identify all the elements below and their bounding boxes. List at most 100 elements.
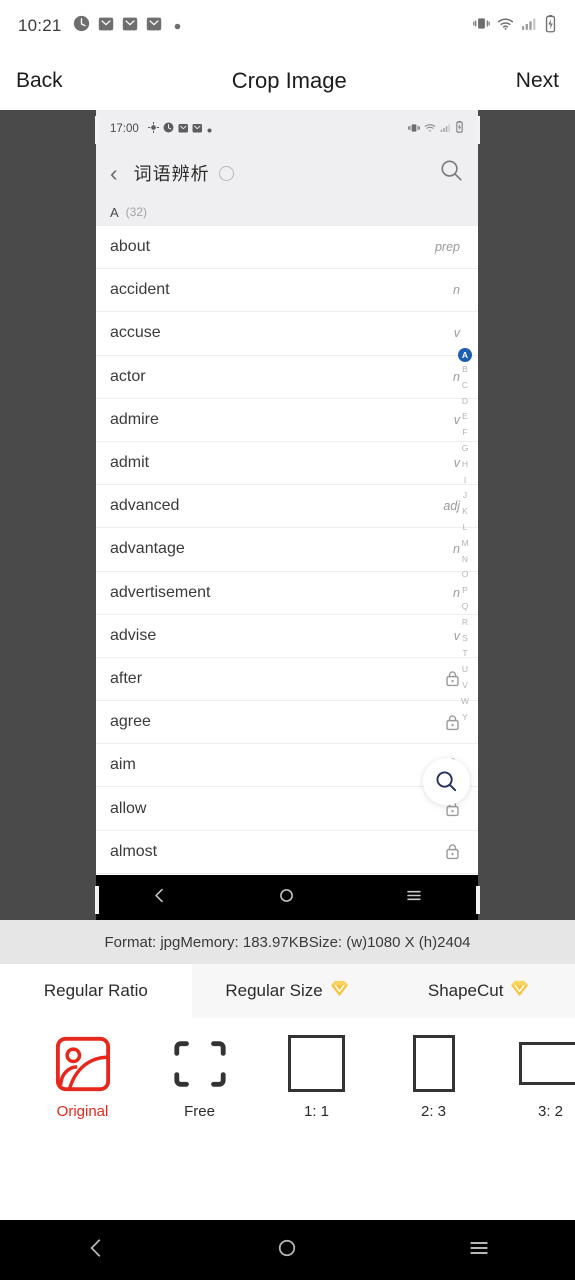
alphabet-index-b[interactable]: B	[458, 362, 473, 378]
back-icon[interactable]	[151, 887, 168, 909]
alphabet-index-p[interactable]: P	[458, 583, 473, 599]
ratio-option-original[interactable]: Original	[24, 1034, 141, 1120]
vip-diamond-icon	[509, 979, 530, 1003]
alphabet-index-q[interactable]: Q	[458, 599, 473, 615]
crop-handle-top-right[interactable]	[476, 116, 480, 144]
alphabet-index-s[interactable]: S	[458, 631, 473, 647]
alphabet-index-t[interactable]: T	[458, 646, 473, 662]
word-row[interactable]: agree	[96, 701, 478, 745]
section-letter: A	[110, 204, 119, 220]
word-row[interactable]: after	[96, 658, 478, 702]
crop-handle-bottom-left[interactable]	[95, 886, 99, 914]
word-row[interactable]: allow	[96, 787, 478, 831]
alphabet-index-r[interactable]: R	[458, 615, 473, 631]
alphabet-index-e[interactable]: E	[458, 409, 473, 425]
word-row[interactable]: advertisement n	[96, 572, 478, 615]
wifi-icon	[424, 120, 436, 138]
alphabet-index-c[interactable]: C	[458, 378, 473, 394]
word-text: advantage	[110, 540, 185, 558]
word-row[interactable]: advantage n	[96, 528, 478, 572]
word-row[interactable]: advise v	[96, 615, 478, 658]
alphabet-index[interactable]: ABCDEFGHIJKLMNOPQRSTUVWY	[454, 348, 476, 725]
home-icon[interactable]	[276, 1237, 298, 1264]
alphabet-index-w[interactable]: W	[458, 694, 473, 710]
word-list[interactable]: about prep accident n accuse v actor n admire v ad…	[96, 226, 478, 874]
tab-regular-size[interactable]: Regular Size	[191, 964, 384, 1018]
tab-shapecut[interactable]: ShapeCut	[383, 964, 575, 1018]
alphabet-index-j[interactable]: J	[458, 488, 473, 504]
ratio-label: 2: 3	[420, 1102, 447, 1120]
back-icon[interactable]	[85, 1237, 107, 1264]
section-count: (32)	[125, 205, 148, 219]
image-info-bar: Format: jpgMemory: 183.97KBSize: (w)1080…	[0, 920, 575, 964]
alphabet-index-n[interactable]: N	[458, 552, 473, 568]
ratio-label: 3: 2	[537, 1102, 564, 1120]
word-row[interactable]: accident n	[96, 269, 478, 313]
crop-handle-top-left[interactable]	[95, 116, 99, 144]
dot-icon	[207, 120, 212, 138]
tab-regular-ratio[interactable]: Regular Ratio	[0, 964, 192, 1018]
lock-icon	[446, 844, 459, 860]
word-row[interactable]: advanced adj	[96, 485, 478, 529]
preview-status-bar: 17:00	[96, 110, 478, 148]
alphabet-index-v[interactable]: V	[458, 678, 473, 694]
alphabet-index-d[interactable]: D	[458, 394, 473, 410]
alphabet-index-l[interactable]: L	[458, 520, 473, 536]
word-row[interactable]: about prep	[96, 226, 478, 270]
signal-icon	[521, 17, 537, 36]
crop-stage[interactable]: 17:00 ‹ 词语辨析 A (32) about prep accident …	[0, 110, 575, 920]
home-icon[interactable]	[278, 887, 295, 909]
loading-spinner-icon	[218, 165, 234, 181]
recents-icon[interactable]	[467, 1237, 491, 1264]
ratio-option-1-1[interactable]: 1: 1	[258, 1034, 375, 1120]
alphabet-index-u[interactable]: U	[458, 662, 473, 678]
square-icon	[288, 1034, 345, 1094]
alphabet-index-m[interactable]: M	[458, 536, 473, 552]
back-button[interactable]: Back	[16, 69, 63, 93]
ratio-options[interactable]: Original Free 1: 1 2: 3 3: 2	[0, 1018, 575, 1135]
ratio-label: Original	[56, 1102, 109, 1120]
ratio-option-free[interactable]: Free	[141, 1034, 258, 1120]
next-button[interactable]: Next	[516, 69, 559, 93]
image-icon	[54, 1034, 112, 1094]
crop-window[interactable]: 17:00 ‹ 词语辨析 A (32) about prep accident …	[96, 110, 478, 920]
battery-icon	[455, 120, 464, 138]
word-row[interactable]: actor n	[96, 356, 478, 399]
part-of-speech: prep	[434, 240, 460, 255]
word-text: admit	[110, 454, 150, 472]
word-row[interactable]: admire v	[96, 399, 478, 442]
clock-icon	[73, 15, 90, 37]
alphabet-index-g[interactable]: G	[458, 441, 473, 457]
word-text: almost	[110, 842, 158, 860]
system-status-bar: 10:21	[0, 0, 575, 52]
vip-diamond-icon	[329, 979, 350, 1003]
recents-icon[interactable]	[405, 887, 423, 909]
word-row[interactable]: admit v	[96, 442, 478, 486]
alphabet-index-h[interactable]: H	[458, 457, 473, 473]
preview-back-icon[interactable]: ‹	[110, 161, 118, 185]
search-fab-button[interactable]	[423, 758, 470, 805]
preview-status-time: 17:00	[110, 123, 139, 135]
alphabet-index-a[interactable]: A	[458, 348, 472, 362]
alphabet-index-o[interactable]: O	[458, 567, 473, 583]
word-row[interactable]: almost	[96, 831, 478, 874]
preview-nav-bar	[96, 875, 478, 920]
alphabet-index-k[interactable]: K	[458, 504, 473, 520]
word-text: accident	[110, 281, 170, 299]
tab-label: ShapeCut	[427, 981, 504, 1000]
word-row[interactable]: aim	[96, 744, 478, 788]
alphabet-index-f[interactable]: F	[458, 425, 473, 441]
preview-status-left: 17:00	[110, 120, 212, 138]
ratio-option-2-3[interactable]: 2: 3	[375, 1034, 492, 1120]
word-text: allow	[110, 799, 147, 817]
word-row[interactable]: accuse v	[96, 312, 478, 356]
ratio-option-3-2[interactable]: 3: 2	[492, 1034, 575, 1120]
mode-tabs[interactable]: Regular Ratio Regular Size ShapeCut	[0, 964, 575, 1018]
preview-title: 词语辨析	[133, 164, 210, 184]
alphabet-index-y[interactable]: Y	[458, 710, 473, 726]
status-bar-left: 10:21	[18, 15, 181, 37]
alphabet-index-i[interactable]: I	[458, 473, 473, 489]
preview-search-icon[interactable]	[439, 158, 464, 188]
word-text: after	[110, 669, 143, 687]
crop-handle-bottom-right[interactable]	[476, 886, 480, 914]
